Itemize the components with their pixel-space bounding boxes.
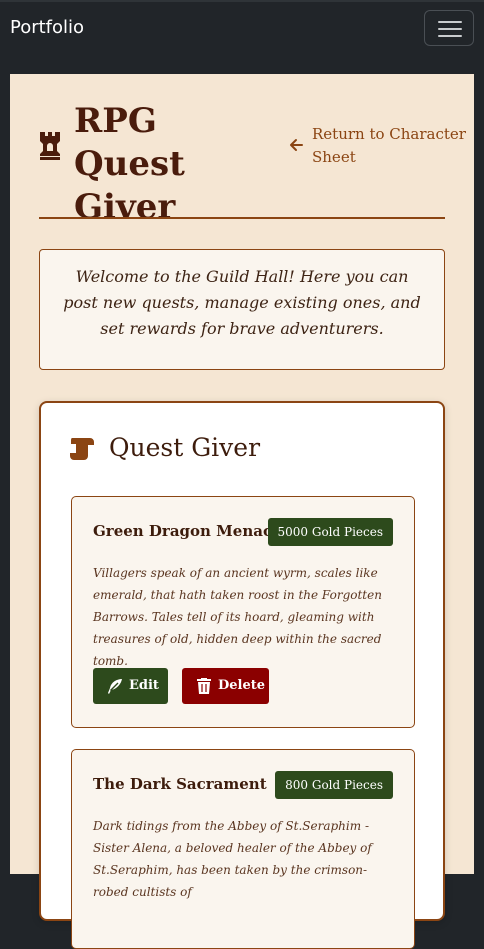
page-title: RPG Quest Giver (74, 101, 185, 227)
navbar-brand[interactable]: Portfolio (10, 17, 84, 38)
delete-button-label: Delete (218, 678, 266, 693)
hamburger-menu-icon (438, 21, 462, 23)
quest-giver-card: Quest Giver Green Dragon Menace 5000 Gol… (39, 401, 445, 949)
reward-badge: 5000 Gold Pieces (267, 518, 393, 546)
scroll-icon (70, 438, 94, 460)
quest-item: Green Dragon Menace 5000 Gold Pieces Vil… (71, 496, 415, 728)
return-link-label: Return to Character Sheet (312, 125, 466, 166)
header-divider (39, 217, 445, 219)
feather-icon (108, 679, 122, 694)
navbar-toggler-button[interactable] (424, 10, 474, 46)
quest-title: The Dark Sacrament (93, 775, 267, 793)
card-title: Quest Giver (109, 433, 261, 462)
chess-rook-icon (40, 132, 60, 160)
delete-quest-button[interactable]: Delete (182, 668, 269, 704)
main-panel: RPG Quest Giver Return to Character Shee… (10, 74, 474, 949)
edit-button-label: Edit (129, 678, 159, 693)
hamburger-menu-icon (438, 35, 462, 37)
quest-title: Green Dragon Menace (93, 522, 282, 540)
top-navbar: Portfolio (0, 0, 484, 56)
reward-badge: 800 Gold Pieces (275, 771, 393, 799)
welcome-message: Welcome to the Guild Hall! Here you can … (39, 249, 445, 370)
hamburger-menu-icon (438, 28, 462, 30)
edit-quest-button[interactable]: Edit (93, 668, 168, 704)
quest-item: The Dark Sacrament 800 Gold Pieces Dark … (71, 749, 415, 949)
trash-icon (197, 678, 211, 694)
return-to-character-sheet-link[interactable]: Return to Character Sheet (288, 123, 468, 169)
arrow-left-icon (290, 139, 303, 151)
quest-description: Dark tidings from the Abbey of St.Seraph… (93, 819, 372, 899)
quest-description: Villagers speak of an ancient wyrm, scal… (93, 566, 382, 668)
